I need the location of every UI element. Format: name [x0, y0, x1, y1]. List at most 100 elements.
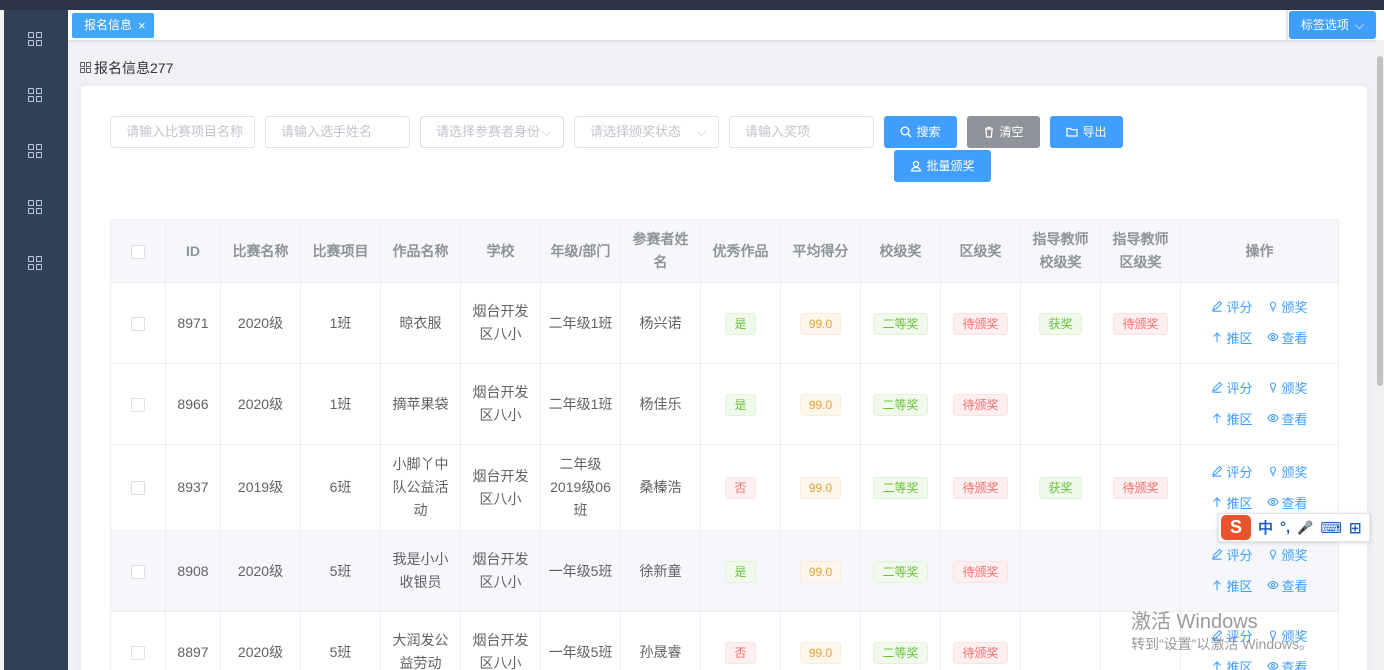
player-name-input[interactable]: 请输入选手姓名	[265, 116, 410, 148]
top-header-bar	[0, 0, 1384, 10]
cell-school-award: 二等奖	[860, 611, 941, 670]
search-button[interactable]: 搜索	[884, 116, 957, 148]
sidebar-menu-icon[interactable]	[28, 256, 44, 272]
tag-registration-info[interactable]: 报名信息 ×	[72, 13, 154, 38]
table-row[interactable]: 8966 2020级 1班 摘苹果袋 烟台开发区八小 二年级1班 杨佳乐 是 99.0 二等奖 待颁…	[110, 363, 1339, 445]
grid-menu-icon[interactable]: ⊞	[1349, 519, 1362, 537]
cell-school-award-tag: 二等奖	[873, 560, 928, 583]
score-link[interactable]: 评分	[1211, 296, 1253, 319]
sogou-logo-icon[interactable]: S	[1221, 515, 1251, 540]
table-row[interactable]: 8971 2020级 1班 晾衣服 烟台开发区八小 二年级1班 杨兴诺 是 99.0 二等奖 待颁奖…	[110, 282, 1339, 364]
scrollbar-thumb[interactable]	[1377, 56, 1383, 386]
cell-district-award-tag: 待颁奖	[953, 477, 1008, 499]
watermark-title: 激活 Windows	[1131, 611, 1258, 633]
cell-excellent-tag: 是	[725, 312, 756, 335]
row-checkbox[interactable]	[131, 564, 145, 579]
view-link[interactable]: 查看	[1266, 575, 1308, 598]
prize-placeholder: 请输入奖项	[745, 124, 811, 139]
sidebar-menu-icon[interactable]	[28, 88, 44, 104]
cell-avg-tag: 99.0	[799, 477, 842, 499]
cell-teacher-school-award: 获奖	[1020, 444, 1101, 531]
sidebar-menu-icon[interactable]	[28, 32, 44, 48]
cell-district-award: 待颁奖	[940, 363, 1021, 445]
view-link-label: 查看	[1281, 579, 1308, 594]
row-actions: 评分 颁奖 推区 查看	[1187, 377, 1332, 431]
view-link[interactable]: 查看	[1266, 656, 1308, 670]
select-all-cell	[110, 219, 166, 283]
score-link[interactable]: 评分	[1211, 544, 1253, 567]
row-checkbox[interactable]	[131, 397, 145, 412]
sidebar-menu-icon[interactable]	[28, 144, 44, 160]
tag-options-label: 标签选项	[1300, 18, 1349, 32]
recommend-link[interactable]: 推区	[1211, 575, 1253, 598]
award-link[interactable]: 颁奖	[1267, 296, 1308, 319]
award-link-label: 颁奖	[1281, 548, 1308, 563]
score-link-icon	[1211, 296, 1223, 319]
recommend-link[interactable]: 推区	[1211, 327, 1253, 350]
prize-input[interactable]: 请输入奖项	[729, 116, 874, 148]
tag-options-button[interactable]: 标签选项 ⌵	[1288, 11, 1376, 39]
table-row[interactable]: 8937 2019级 6班 小脚丫中队公益活动 烟台开发区八小 二年级2019级06班 桑榛…	[110, 444, 1339, 531]
cell-avg-tag: 99.0	[799, 312, 842, 335]
sidebar	[4, 10, 68, 670]
view-link[interactable]: 查看	[1266, 492, 1308, 515]
row-actions: 评分 颁奖推区 查看	[1187, 544, 1332, 598]
cell-teacher-district-award	[1100, 363, 1181, 445]
award-link[interactable]: 颁奖	[1267, 461, 1308, 484]
cell-school-award: 二等奖	[860, 530, 941, 612]
language-toggle[interactable]: 中	[1258, 517, 1273, 538]
row-select-cell	[110, 530, 166, 612]
cell-project: 5班	[300, 611, 381, 670]
cell-id: 8897	[165, 611, 221, 670]
recommend-link[interactable]: 推区	[1211, 492, 1253, 515]
cell-district-award: 待颁奖	[940, 444, 1021, 531]
grid-icon	[80, 62, 92, 74]
cell-project: 5班	[300, 530, 381, 612]
table-row[interactable]: 8908 2020级 5班 我是小小收银员 烟台开发区八小 一年级5班 徐新童 是 99.0 二等…	[110, 530, 1339, 612]
sidebar-menu-icon[interactable]	[28, 200, 44, 216]
row-checkbox[interactable]	[131, 481, 145, 496]
award-status-select[interactable]: 请选择颁奖状态 ⌵	[574, 116, 719, 148]
view-link[interactable]: 查看	[1266, 327, 1308, 350]
view-link[interactable]: 查看	[1266, 408, 1308, 431]
cell-excellent-tag: 否	[725, 641, 756, 664]
page-scrollbar[interactable]	[1376, 40, 1384, 670]
watermark-subtitle: 转到“设置”以激活 Windows。	[1131, 636, 1314, 652]
ime-toolbar[interactable]: S 中 °, 🎤 ⌨ ⊞	[1218, 513, 1370, 542]
cell-avg-tag: 99.0	[799, 560, 842, 583]
view-link-icon	[1266, 408, 1279, 431]
award-link[interactable]: 颁奖	[1267, 544, 1308, 567]
project-name-input[interactable]: 请输入比赛项目名称	[110, 116, 255, 148]
award-link-icon	[1267, 296, 1279, 319]
score-link[interactable]: 评分	[1211, 461, 1253, 484]
recommend-link-label: 推区	[1226, 412, 1253, 427]
view-link-icon	[1266, 327, 1279, 350]
cell-work: 我是小小收银员	[380, 530, 461, 612]
cell-avg: 99.0	[780, 611, 861, 670]
cell-district-award: 待颁奖	[940, 282, 1021, 364]
batch-award-button[interactable]: 批量颁奖	[894, 150, 991, 182]
view-link-label: 查看	[1281, 660, 1308, 670]
select-all-checkbox[interactable]	[131, 244, 145, 259]
recommend-link-icon	[1211, 327, 1223, 350]
keyboard-icon[interactable]: ⌨	[1320, 519, 1342, 537]
identity-select[interactable]: 请选择参赛者身份 ⌵	[420, 116, 564, 148]
score-link[interactable]: 评分	[1211, 377, 1253, 400]
view-link-icon	[1266, 656, 1279, 670]
cell-id: 8908	[165, 530, 221, 612]
cell-teacher-district-award-tag: 待颁奖	[1113, 312, 1168, 335]
close-icon[interactable]: ×	[138, 13, 146, 38]
row-checkbox[interactable]	[131, 316, 145, 331]
microphone-icon[interactable]: 🎤	[1297, 520, 1313, 536]
col-school: 学校	[460, 219, 541, 283]
recommend-link[interactable]: 推区	[1211, 656, 1253, 670]
recommend-link[interactable]: 推区	[1211, 408, 1253, 431]
award-link[interactable]: 颁奖	[1267, 377, 1308, 400]
clear-button[interactable]: 清空	[967, 116, 1040, 148]
punctuation-toggle[interactable]: °,	[1280, 519, 1290, 536]
row-checkbox[interactable]	[131, 645, 145, 660]
tags-view-bar: 报名信息 × 标签选项 ⌵	[68, 10, 1384, 40]
folder-icon	[1066, 127, 1079, 137]
cell-excellent-tag: 否	[725, 477, 756, 499]
export-button[interactable]: 导出	[1050, 116, 1123, 148]
